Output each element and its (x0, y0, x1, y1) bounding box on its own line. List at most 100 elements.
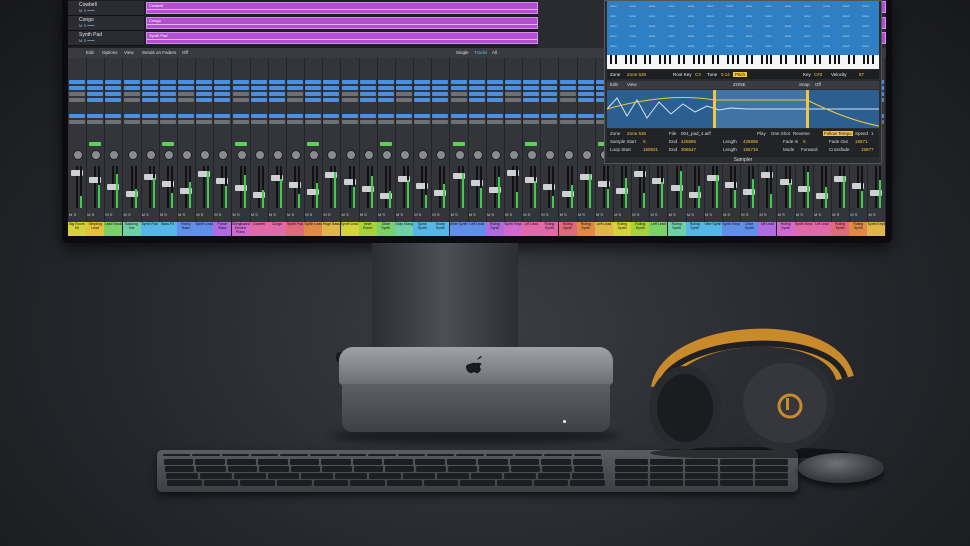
pan-knob[interactable] (363, 150, 374, 160)
send-slot[interactable] (523, 120, 540, 124)
pan-knob[interactable] (127, 150, 138, 160)
tune-value[interactable]: 0.14 (721, 72, 730, 77)
send-slot[interactable] (359, 114, 376, 118)
pan-knob[interactable] (490, 150, 501, 160)
send-slot[interactable] (559, 120, 576, 124)
plugin-slot[interactable] (178, 80, 195, 84)
sample-zone-cell[interactable]: ▭▭ (707, 4, 714, 8)
mute-solo-buttons[interactable]: M S (105, 212, 112, 217)
plugin-slot[interactable] (141, 86, 158, 90)
channel-strip[interactable]: M S Spine Synth (413, 58, 433, 236)
snap-value[interactable]: Off (815, 82, 821, 87)
plugin-slot[interactable] (105, 80, 122, 84)
plugin-slot[interactable] (232, 98, 249, 102)
send-slot[interactable] (505, 114, 522, 118)
sample-zone-cell[interactable]: ▭▭ (862, 44, 869, 48)
plugin-slot[interactable] (105, 98, 122, 102)
plugin-slot[interactable] (123, 98, 140, 102)
channel-strip[interactable]: M S Glide Synth (376, 58, 396, 236)
plugin-slot[interactable] (105, 86, 122, 90)
piano-black-key[interactable] (610, 55, 613, 64)
plugin-slot[interactable] (396, 80, 413, 84)
plugin-slot[interactable] (141, 98, 158, 102)
send-slot[interactable] (214, 120, 231, 124)
plugin-slot[interactable] (523, 92, 540, 96)
sample-zone-cell[interactable]: ▭▭ (746, 44, 753, 48)
sample-zone-cell[interactable]: ▭▭ (804, 34, 811, 38)
plugin-slot[interactable] (268, 98, 285, 102)
sample-zone-cell[interactable]: ▭▭ (746, 14, 753, 18)
sample-zone-cell[interactable]: ▭▭ (746, 4, 753, 8)
piano-black-key[interactable] (658, 55, 661, 64)
plugin-slot[interactable] (287, 98, 304, 102)
mute-solo-buttons[interactable]: M S (124, 212, 131, 217)
piano-black-key[interactable] (746, 55, 749, 64)
channel-strip[interactable]: M S Left Lead (467, 58, 487, 236)
pan-knob[interactable] (563, 150, 574, 160)
send-slot[interactable] (87, 114, 104, 118)
send-slot[interactable] (432, 114, 449, 118)
mute-solo-buttons[interactable]: M S (669, 212, 676, 217)
piano-black-key[interactable] (867, 55, 870, 64)
channel-strip[interactable]: M S Congo (267, 58, 287, 236)
plugin-slot[interactable] (377, 86, 394, 90)
sample-zone-cell[interactable]: ▭▭ (765, 24, 772, 28)
send-slot[interactable] (523, 114, 540, 118)
plugin-slot[interactable] (141, 92, 158, 96)
plugin-slot[interactable] (505, 80, 522, 84)
send-slot[interactable] (105, 120, 122, 124)
pan-knob[interactable] (218, 150, 229, 160)
plugin-slot[interactable] (541, 92, 558, 96)
sample-zone-cell[interactable]: ▭▭ (843, 24, 850, 28)
sample-zone-cell[interactable]: ▭▭ (843, 44, 850, 48)
sample-zone-cell[interactable]: ▭▭ (746, 24, 753, 28)
channel-strip[interactable]: M S Synth Pad (140, 58, 160, 236)
sends-value[interactable]: Off (182, 50, 188, 55)
sample-zone-cell[interactable]: ▭▭ (668, 44, 675, 48)
plugin-slot[interactable] (214, 98, 231, 102)
plugin-slot[interactable] (268, 86, 285, 90)
plugin-slot[interactable] (577, 86, 594, 90)
piano-black-key[interactable] (799, 55, 802, 64)
sample-zone-cell[interactable]: ▭▭ (746, 34, 753, 38)
plugin-slot[interactable] (359, 80, 376, 84)
sample-zone-cell[interactable]: ▭▭ (668, 24, 675, 28)
plugin-slot[interactable] (396, 92, 413, 96)
piano-black-key[interactable] (615, 55, 618, 64)
plugin-slot[interactable] (159, 98, 176, 102)
mute-solo-buttons[interactable]: M S (778, 212, 785, 217)
sample-zone-cell[interactable]: ▭▭ (688, 24, 695, 28)
sample-zone-cell[interactable]: ▭▭ (862, 24, 869, 28)
plugin-slot[interactable] (450, 86, 467, 90)
send-slot[interactable] (359, 120, 376, 124)
plugin-slot[interactable] (87, 80, 104, 84)
plugin-slot[interactable] (377, 80, 394, 84)
plugin-slot[interactable] (341, 86, 358, 90)
plugin-slot[interactable] (359, 92, 376, 96)
mute-solo-buttons[interactable]: M S (251, 212, 258, 217)
sample-zone-cell[interactable]: ▭▭ (804, 14, 811, 18)
plugin-slot[interactable] (468, 92, 485, 96)
audio-region[interactable]: Synth Pad (146, 32, 538, 44)
mute-solo-buttons[interactable]: M S (850, 212, 857, 217)
piano-black-key[interactable] (765, 55, 768, 64)
plugin-slot[interactable] (486, 80, 503, 84)
mute-solo-buttons[interactable]: M S (451, 212, 458, 217)
mute-solo-buttons[interactable]: M S (487, 212, 494, 217)
sample-zone-cell[interactable]: ▭▭ (726, 44, 733, 48)
sample-zone-cell[interactable]: ▭▭ (726, 24, 733, 28)
sampler-mapping-grid[interactable]: ▭▭ ▭▭ ▭▭ ▭▭ ▭▭ ▭▭ ▭▭ ▭▭ ▭▭ ▭▭ ▭▭ ▭▭ ▭▭ ▭▭ ▭▭ ▭▭ ▭▭ ▭▭ ▭▭ ▭▭… (607, 1, 879, 55)
plugin-slot[interactable] (432, 86, 449, 90)
send-slot[interactable] (123, 120, 140, 124)
send-slot[interactable] (159, 114, 176, 118)
plugin-slot[interactable] (323, 98, 340, 102)
track-row[interactable]: Congo M S ━━━ Congo (68, 16, 538, 31)
plugin-slot[interactable] (69, 86, 85, 90)
send-slot[interactable] (268, 120, 285, 124)
send-slot[interactable] (486, 120, 503, 124)
send-slot[interactable] (341, 120, 358, 124)
plugin-slot[interactable] (505, 98, 522, 102)
send-slot[interactable] (287, 120, 304, 124)
piano-black-key[interactable] (663, 55, 666, 64)
plugin-slot[interactable] (396, 86, 413, 90)
